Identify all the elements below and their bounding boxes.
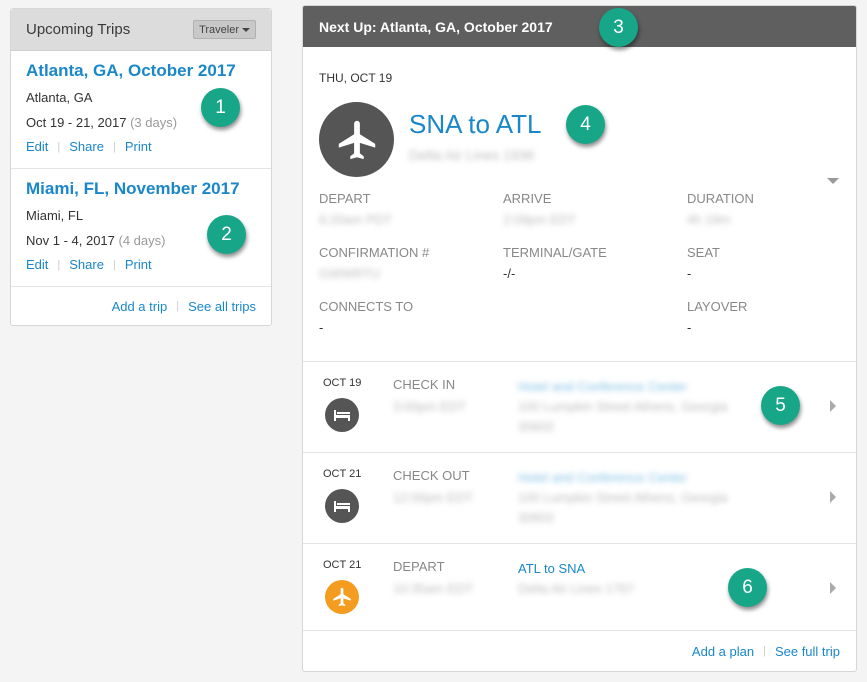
divider: | bbox=[57, 258, 61, 271]
detail-label: ARRIVE bbox=[503, 191, 552, 206]
callout-badge-1: 1 bbox=[201, 88, 240, 127]
detail-label: DURATION bbox=[687, 191, 754, 206]
plan-time-blurred: 10:35am EDT bbox=[393, 581, 474, 596]
bed-icon bbox=[325, 398, 359, 432]
plan-date: OCT 21 bbox=[323, 559, 362, 571]
traveler-dropdown-label: Traveler bbox=[199, 23, 239, 36]
upcoming-trips-footer: Add a trip | See all trips bbox=[11, 287, 271, 325]
add-plan-link[interactable]: Add a plan bbox=[692, 644, 754, 659]
flight-airline-blurred: Delta Air Lines 1936 bbox=[409, 147, 535, 163]
hotel-address: 100 Lumpkin Street Athens, Georgia bbox=[518, 490, 728, 505]
detail-label: LAYOVER bbox=[687, 299, 748, 314]
detail-connects-to: CONNECTS TO - bbox=[319, 299, 503, 338]
plan-row-depart[interactable]: OCT 21 DEPART 10:35am EDT ATL to SNA Del… bbox=[303, 544, 856, 631]
flight-card: THU, OCT 19 SNA to ATL Delta Air Lines 1… bbox=[303, 47, 856, 362]
divider: | bbox=[176, 300, 180, 312]
edit-trip-link[interactable]: Edit bbox=[26, 257, 48, 272]
trip-title-link[interactable]: Atlanta, GA, October 2017 bbox=[26, 61, 256, 81]
edit-trip-link[interactable]: Edit bbox=[26, 139, 48, 154]
detail-terminal-gate: TERMINAL/GATE -/- bbox=[503, 245, 687, 284]
divider: | bbox=[112, 140, 116, 153]
traveler-dropdown[interactable]: Traveler bbox=[193, 20, 256, 39]
caret-down-icon bbox=[242, 27, 250, 32]
trip-title-link[interactable]: Miami, FL, November 2017 bbox=[26, 179, 256, 199]
plan-row-check-out[interactable]: OCT 21 CHECK OUT 12:00pm EDT Hotel and C… bbox=[303, 453, 856, 544]
plan-date: OCT 21 bbox=[323, 468, 362, 480]
divider: | bbox=[112, 258, 116, 271]
callout-badge-6: 6 bbox=[728, 568, 767, 607]
see-full-trip-link[interactable]: See full trip bbox=[775, 644, 840, 659]
detail-label: TERMINAL/GATE bbox=[503, 245, 607, 260]
detail-layover: LAYOVER - bbox=[687, 299, 837, 338]
plan-time-blurred: 3:00pm EDT bbox=[393, 399, 466, 414]
upcoming-trips-panel: Upcoming Trips Traveler Atlanta, GA, Oct… bbox=[10, 8, 272, 326]
detail-seat: SEAT - bbox=[687, 245, 837, 284]
detail-empty bbox=[503, 299, 687, 338]
callout-badge-4: 4 bbox=[566, 105, 605, 144]
flight-title-link[interactable]: SNA to ATL bbox=[409, 109, 541, 140]
flight-day: THU, OCT 19 bbox=[319, 71, 393, 85]
detail-arrive: ARRIVE 2:09pm EDT bbox=[503, 191, 687, 230]
expand-caret-icon[interactable] bbox=[827, 178, 839, 184]
trip-date-range: Oct 19 - 21, 2017 bbox=[26, 115, 127, 130]
plan-date: OCT 19 bbox=[323, 377, 362, 389]
chevron-right-icon[interactable] bbox=[830, 491, 836, 503]
detail-label: CONNECTS TO bbox=[319, 299, 414, 314]
airplane-icon bbox=[319, 102, 394, 177]
hotel-name-link[interactable]: Hotel and Conference Center bbox=[518, 377, 687, 397]
trip-duration: (3 days) bbox=[130, 115, 178, 130]
return-flight-link[interactable]: ATL to SNA bbox=[518, 561, 585, 576]
flight-details: DEPART 6:20am PDT ARRIVE 2:09pm EDT DURA… bbox=[319, 191, 840, 338]
chevron-right-icon[interactable] bbox=[830, 400, 836, 412]
detail-value: - bbox=[687, 266, 692, 281]
add-trip-link[interactable]: Add a trip bbox=[112, 299, 168, 314]
trip-date-range: Nov 1 - 4, 2017 bbox=[26, 233, 115, 248]
callout-badge-2: 2 bbox=[207, 215, 246, 254]
detail-label: SEAT bbox=[687, 245, 720, 260]
plan-time-blurred: 12:00pm EDT bbox=[393, 490, 474, 505]
see-all-trips-link[interactable]: See all trips bbox=[188, 299, 256, 314]
bed-icon bbox=[325, 489, 359, 523]
flight-titles: SNA to ATL Delta Air Lines 1936 bbox=[409, 102, 541, 165]
detail-confirmation: CONFIRMATION # GWWRTU bbox=[319, 245, 503, 284]
print-trip-link[interactable]: Print bbox=[125, 257, 152, 272]
plan-kind: CHECK IN bbox=[393, 377, 456, 392]
plan-kind: DEPART bbox=[393, 559, 445, 574]
detail-value: 2:09pm EDT bbox=[503, 212, 576, 227]
divider: | bbox=[57, 140, 61, 153]
trip-actions: Edit | Share | Print bbox=[26, 139, 256, 154]
detail-value: -/- bbox=[503, 266, 516, 281]
share-trip-link[interactable]: Share bbox=[69, 257, 104, 272]
divider: | bbox=[763, 645, 766, 657]
detail-duration: DURATION 4h 19m bbox=[687, 191, 837, 230]
share-trip-link[interactable]: Share bbox=[69, 139, 104, 154]
callout-badge-5: 5 bbox=[761, 386, 800, 425]
hotel-zip: 30602 bbox=[518, 419, 555, 434]
airplane-icon bbox=[325, 580, 359, 614]
print-trip-link[interactable]: Print bbox=[125, 139, 152, 154]
detail-value: 6:20am PDT bbox=[319, 212, 392, 227]
detail-value: - bbox=[319, 320, 324, 335]
next-up-header: Next Up: Atlanta, GA, October 2017 bbox=[303, 6, 856, 47]
upcoming-trips-title: Upcoming Trips bbox=[26, 21, 131, 38]
detail-label: DEPART bbox=[319, 191, 371, 206]
hotel-name-link[interactable]: Hotel and Conference Center bbox=[518, 468, 687, 488]
hotel-address: 100 Lumpkin Street Athens, Georgia bbox=[518, 399, 728, 414]
next-up-footer: Add a plan | See full trip bbox=[303, 631, 856, 671]
return-airline-blurred: Delta Air Lines 1767 bbox=[518, 581, 635, 596]
plan-kind: CHECK OUT bbox=[393, 468, 470, 483]
trip-actions: Edit | Share | Print bbox=[26, 257, 256, 272]
trip-duration: (4 days) bbox=[118, 233, 166, 248]
hotel-zip: 30602 bbox=[518, 510, 555, 525]
detail-value: - bbox=[687, 320, 692, 335]
detail-value: GWWRTU bbox=[319, 266, 381, 281]
detail-label: CONFIRMATION # bbox=[319, 245, 430, 260]
callout-badge-3: 3 bbox=[599, 8, 638, 47]
detail-depart: DEPART 6:20am PDT bbox=[319, 191, 503, 230]
upcoming-trips-header: Upcoming Trips Traveler bbox=[11, 9, 271, 51]
chevron-right-icon[interactable] bbox=[830, 582, 836, 594]
detail-value: 4h 19m bbox=[687, 212, 731, 227]
